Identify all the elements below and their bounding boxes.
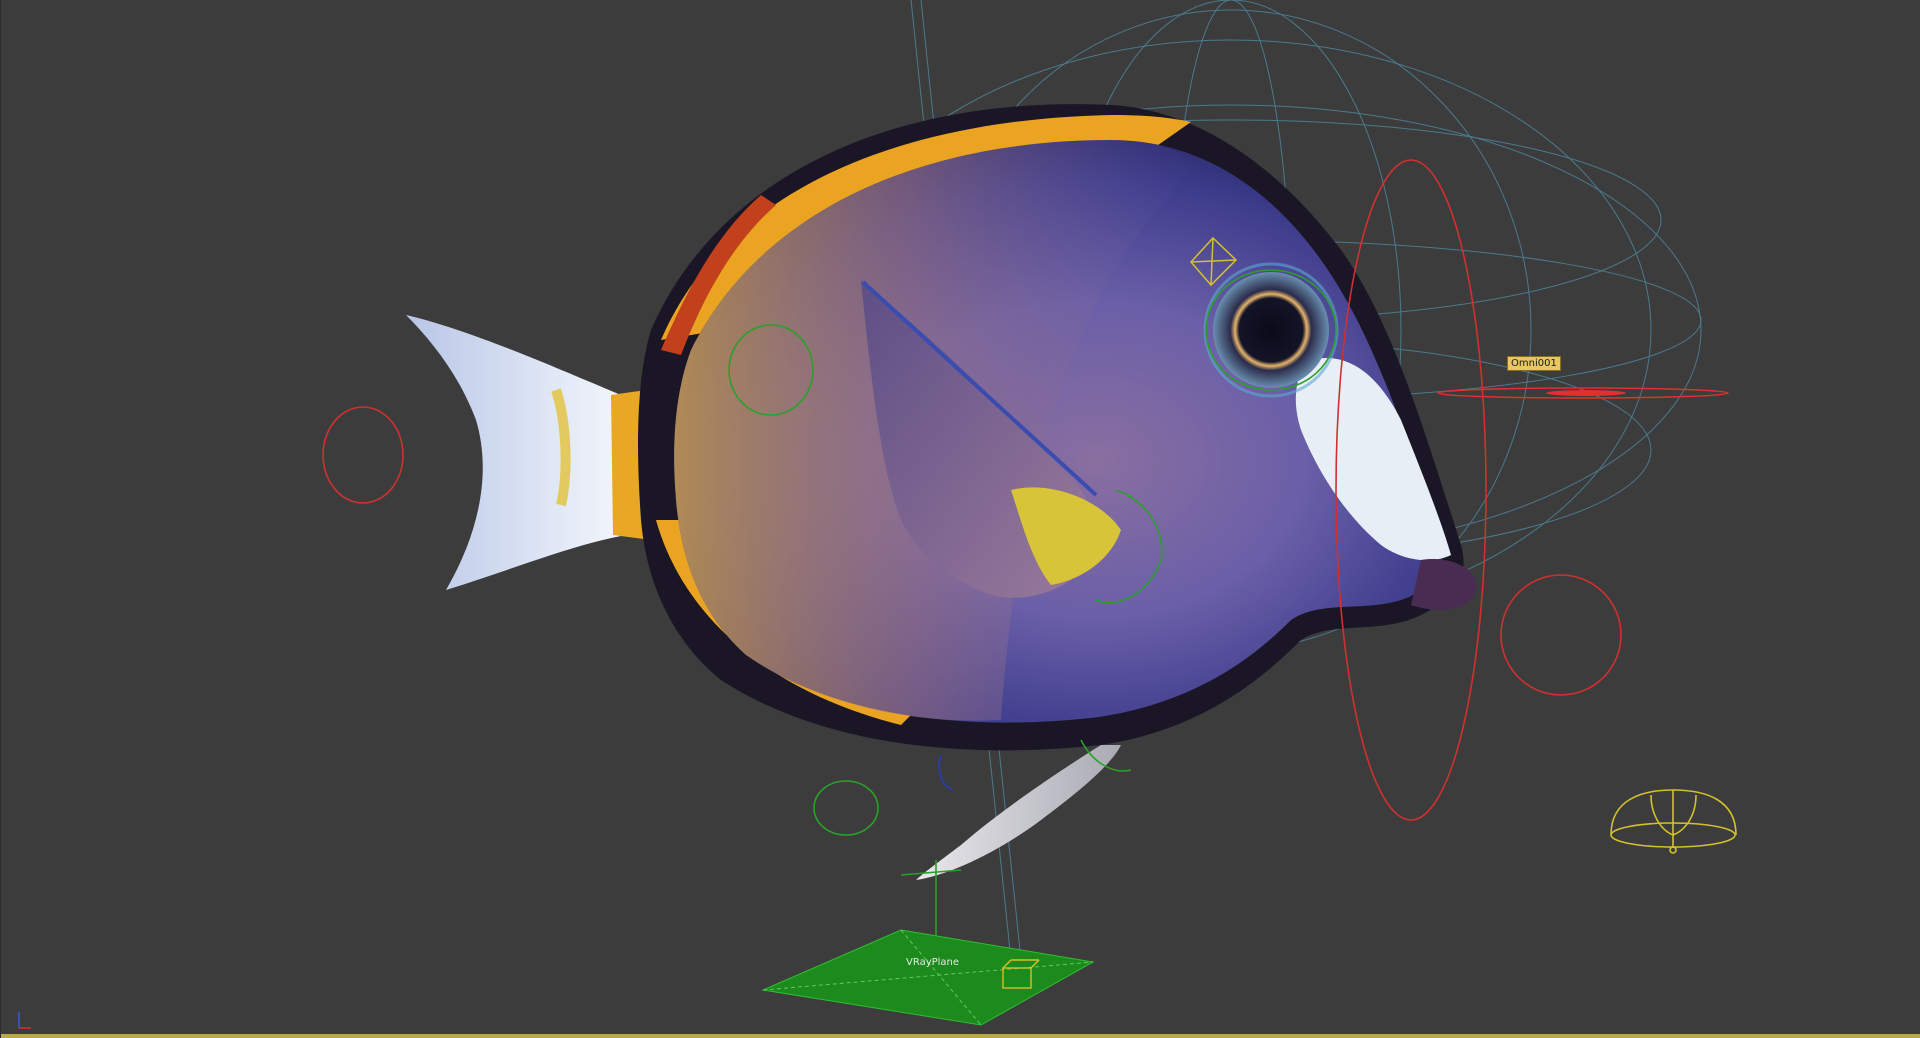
omni-light-label[interactable]: Omni001: [1507, 356, 1561, 371]
tail-fin: [406, 315, 626, 590]
axis-tripod-icon: [18, 1012, 31, 1029]
vray-plane[interactable]: [761, 929, 1095, 1026]
pelvic-fin: [916, 745, 1121, 880]
3d-viewport[interactable]: Omni001 VRayPlane: [0, 0, 1920, 1038]
vray-plane-label[interactable]: VRayPlane: [903, 956, 962, 969]
viewport-canvas[interactable]: [1, 0, 1920, 1038]
fish-model[interactable]: [406, 104, 1477, 880]
fish-eye: [1213, 272, 1329, 388]
dome-light-icon[interactable]: [1610, 789, 1737, 854]
viewport-bottom-border: [1, 1034, 1920, 1038]
